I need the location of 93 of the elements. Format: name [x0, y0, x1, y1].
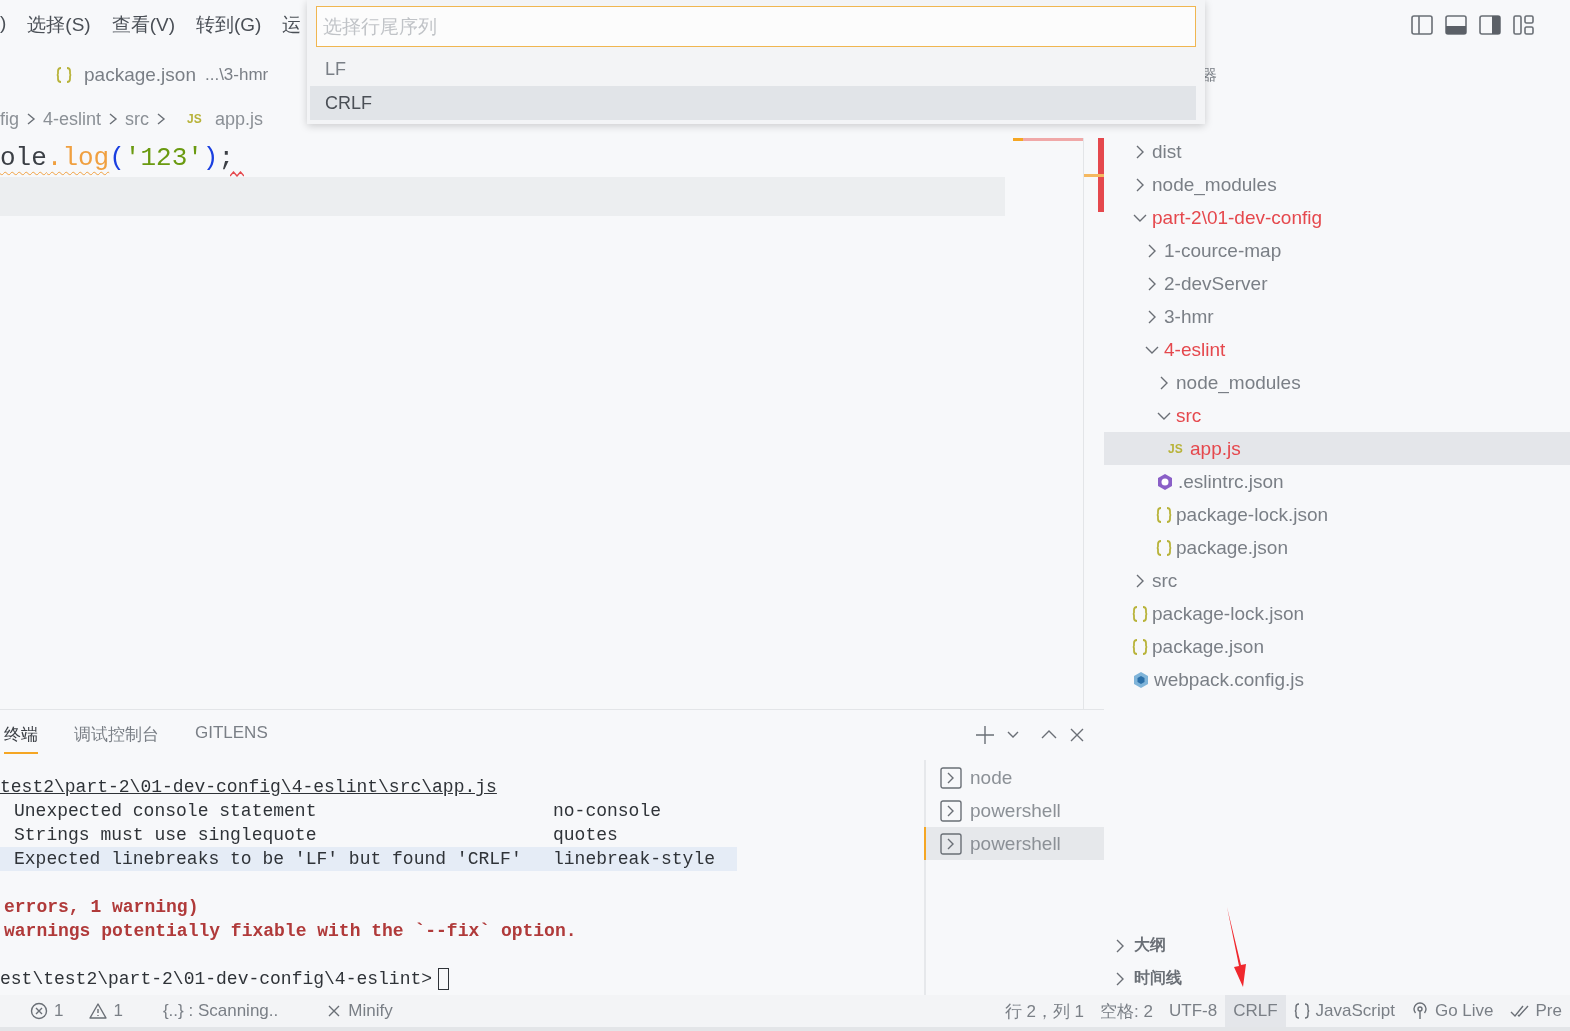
menu-item[interactable]: 查看(V) — [111, 8, 175, 42]
warning-icon — [89, 1002, 108, 1020]
error-icon — [30, 1002, 48, 1020]
folder-item[interactable]: 2-devServer — [1104, 267, 1570, 300]
status-item[interactable]: 1 — [81, 995, 131, 1027]
terminal-session[interactable]: powershell — [924, 827, 1104, 860]
terminal-text: quotes — [553, 824, 618, 847]
cube-icon — [1132, 670, 1150, 689]
status-item[interactable]: {..} : Scanning.. — [154, 995, 287, 1027]
folder-item[interactable]: part-2\01-dev-config — [1104, 201, 1570, 234]
list-item[interactable]: LF — [310, 52, 1196, 86]
close-icon[interactable] — [1068, 726, 1086, 744]
file-item[interactable]: webpack.config.js — [1104, 663, 1570, 696]
code-token: ; — [218, 142, 235, 173]
js-file-icon: JS — [1168, 441, 1186, 456]
toggle-sidebar-icon[interactable] — [1411, 14, 1433, 36]
status-item[interactable]: Go Live — [1402, 995, 1502, 1027]
broadcast-icon — [1410, 1002, 1429, 1020]
file-item[interactable]: .eslintrc.json — [1104, 465, 1570, 498]
terminal-line: test2\part-2\01-dev-config\4-eslint\src\app.js — [0, 776, 497, 799]
braces-icon — [1132, 637, 1148, 656]
breadcrumb-item[interactable]: JS app.js — [173, 108, 264, 130]
braces-icon — [1156, 538, 1172, 557]
hexagon-icon — [1156, 472, 1174, 491]
terminal-icon — [940, 766, 962, 789]
panel-tab[interactable]: 调试控制台 — [74, 716, 159, 754]
code-token: '123' — [124, 142, 203, 173]
folder-item[interactable]: src — [1104, 564, 1570, 597]
minimap-mark — [1013, 138, 1083, 141]
menu-item[interactable]: 选择(S) — [27, 8, 91, 42]
double-check-icon — [1509, 1003, 1530, 1019]
status-item[interactable]: Minify — [318, 995, 401, 1027]
menu-item[interactable]: ) — [0, 8, 7, 42]
file-item[interactable]: JS app.js — [1104, 432, 1570, 465]
status-item[interactable]: 空格: 2 — [1092, 995, 1161, 1027]
js-file-icon: JS — [187, 112, 206, 126]
terminal-prompt: est\test2\part-2\01-dev-config\4-eslint> — [0, 968, 433, 991]
terminal-text: Expected linebreaks to be 'LF' but found 'CRLF' — [14, 848, 523, 871]
toggle-panel-icon[interactable] — [1445, 14, 1467, 36]
file-item[interactable]: package.json — [1104, 531, 1570, 564]
status-item[interactable]: 行 2，列 1 — [996, 995, 1093, 1027]
section-header[interactable]: 时间线 — [1104, 962, 1570, 995]
terminal-text: Strings must use singlequote — [14, 824, 318, 847]
tab-label: package.json — [84, 64, 196, 86]
terminal-line: errors, 1 warning) — [3, 896, 199, 919]
code-token: .log — [46, 142, 110, 173]
tab-description: ...\3-hmr — [204, 65, 269, 85]
folder-item[interactable]: dist — [1104, 135, 1570, 168]
braces-icon — [1132, 604, 1148, 623]
section-header[interactable]: 大纲 — [1104, 929, 1570, 962]
terminal-icon — [940, 799, 962, 822]
status-item[interactable]: Pre — [1501, 995, 1570, 1027]
braces-icon — [56, 66, 72, 84]
code-token: ( — [109, 142, 125, 173]
list-item[interactable]: CRLF — [310, 86, 1196, 120]
folder-item[interactable]: node_modules — [1104, 366, 1570, 399]
terminal-text: linebreak-style — [553, 848, 716, 871]
status-item[interactable]: UTF-8 — [1161, 995, 1226, 1027]
file-item[interactable]: package-lock.json — [1104, 498, 1570, 531]
folder-item[interactable]: 3-hmr — [1104, 300, 1570, 333]
panel-tab[interactable]: 终端 — [4, 716, 38, 754]
terminal-session[interactable]: node — [924, 761, 1104, 794]
customize-layout-icon[interactable] — [1513, 14, 1535, 36]
braces-icon — [1156, 505, 1172, 524]
editor-tab[interactable]: package.json ...\3-hmr — [56, 60, 269, 90]
folder-item[interactable]: 1-cource-map — [1104, 234, 1570, 267]
status-item[interactable]: JavaScript — [1285, 995, 1403, 1027]
terminal-session[interactable]: powershell — [924, 794, 1104, 827]
breadcrumb-item[interactable]: fig — [0, 108, 19, 130]
status-item[interactable]: CRLF — [1225, 995, 1286, 1027]
file-item[interactable]: package.json — [1104, 630, 1570, 663]
code-token: ) — [202, 142, 219, 173]
breadcrumb-item[interactable]: src — [125, 108, 150, 130]
chevron-right-icon — [25, 111, 37, 127]
breadcrumb-item[interactable]: 4-eslint — [43, 108, 102, 130]
folder-item[interactable]: 4-eslint — [1104, 333, 1570, 366]
status-item[interactable]: 1 — [22, 995, 72, 1027]
folder-item[interactable]: node_modules — [1104, 168, 1570, 201]
menu-item[interactable]: 转到(G) — [196, 8, 262, 42]
search-field[interactable]: 选择行尾序列 — [316, 6, 1196, 47]
panel-tab[interactable]: GITLENS — [195, 716, 268, 754]
toggle-secondary-sidebar-icon[interactable] — [1479, 14, 1501, 36]
folder-item[interactable]: src — [1104, 399, 1570, 432]
code-token: ole — [0, 142, 47, 173]
terminal-icon — [940, 832, 962, 855]
file-item[interactable]: package-lock.json — [1104, 597, 1570, 630]
terminal-text: no-console — [553, 800, 662, 823]
plus-icon[interactable] — [974, 724, 996, 746]
terminal-line: warnings potentially fixable with the `--fix` option. — [3, 920, 577, 943]
terminal-text: Unexpected console statement — [14, 800, 318, 823]
terminal-cursor — [438, 968, 450, 990]
braces-icon — [1293, 1002, 1310, 1020]
menu-item[interactable]: 运 — [282, 8, 302, 42]
